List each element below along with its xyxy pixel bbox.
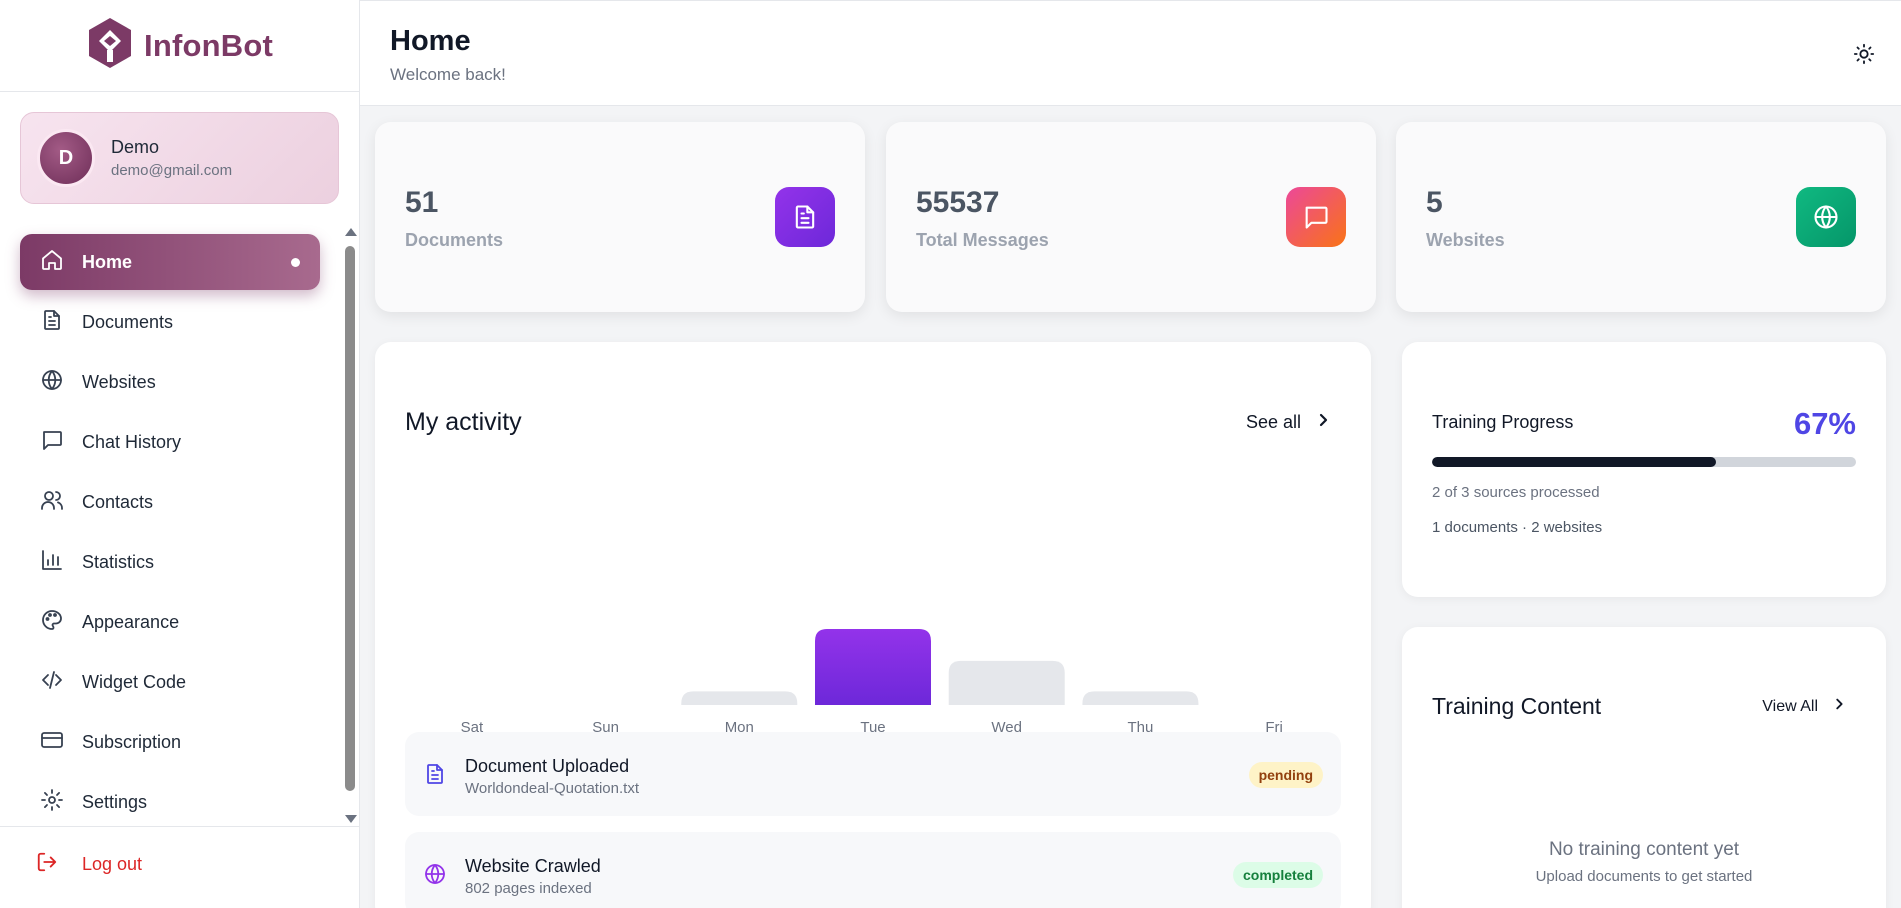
empty-state-subtitle: Upload documents to get started	[1535, 868, 1753, 885]
sidebar-item-subscription[interactable]: Subscription	[20, 714, 320, 770]
sidebar-item-label: Websites	[82, 371, 156, 392]
document-icon	[775, 187, 835, 247]
document-icon	[40, 308, 64, 337]
avatar: D	[37, 129, 95, 187]
chart-bar-wed	[948, 660, 1065, 705]
page-title: Home	[390, 25, 471, 57]
stat-label: Total Messages	[916, 230, 1049, 250]
code-icon	[40, 668, 64, 697]
brand[interactable]: InfonBot	[0, 0, 359, 92]
user-name: Demo	[111, 137, 160, 157]
activity-item[interactable]: Document Uploaded Worldondeal-Quotation.…	[405, 732, 1341, 816]
sidebar-item-websites[interactable]: Websites	[20, 354, 320, 410]
sidebar-item-label: Documents	[82, 311, 174, 332]
activity-card: My activity See all Sat Sun Mon Tue Wed Thu Fr…	[375, 342, 1371, 908]
chevron-right-icon	[1315, 412, 1331, 433]
status-badge: pending	[1248, 762, 1323, 788]
training-content-card: Training Content View All No training co…	[1402, 627, 1886, 908]
active-indicator	[291, 257, 300, 267]
page-header: Home Welcome back!	[360, 0, 1901, 106]
chart-bar-thu	[1082, 691, 1199, 705]
stat-card-documents[interactable]: 51 Documents	[375, 122, 865, 312]
sidebar-item-label: Chat History	[82, 431, 182, 452]
globe-icon	[423, 862, 447, 886]
activity-item-title: Website Crawled	[465, 856, 601, 876]
see-all-label: See all	[1245, 412, 1301, 432]
scroll-up-arrow-icon[interactable]	[345, 228, 357, 236]
bar-chart-icon	[40, 548, 64, 577]
sidebar-item-label: Subscription	[82, 731, 182, 752]
activity-chart: Sat Sun Mon Tue Wed Thu Fri	[461, 629, 1283, 736]
logo-icon	[86, 16, 134, 75]
stat-label: Documents	[405, 230, 504, 250]
brand-name: InfonBot	[144, 27, 273, 63]
logout-icon	[36, 851, 58, 878]
empty-state-title: No training content yet	[1548, 839, 1740, 860]
chevron-right-icon	[1832, 697, 1846, 716]
stat-value: 55537	[916, 186, 1000, 219]
sidebar-item-label: Home	[82, 251, 133, 272]
user-email: demo@gmail.com	[111, 162, 233, 179]
progress-bar	[1432, 457, 1856, 467]
activity-item-title: Document Uploaded	[465, 756, 630, 776]
chat-icon	[40, 428, 64, 457]
status-badge: completed	[1232, 862, 1323, 888]
logout-section: Log out	[0, 826, 359, 908]
sidebar-item-label: Contacts	[82, 491, 154, 512]
gear-icon	[40, 788, 64, 817]
sidebar-item-statistics[interactable]: Statistics	[20, 534, 320, 590]
palette-icon	[40, 608, 64, 637]
logout-button[interactable]: Log out	[36, 851, 142, 878]
sources-processed-text: 2 of 3 sources processed	[1432, 484, 1600, 501]
activity-item[interactable]: Website Crawled 802 pages indexed comple…	[405, 832, 1341, 908]
stat-card-total-messages[interactable]: 55537 Total Messages	[886, 122, 1376, 312]
sidebar-item-label: Statistics	[82, 551, 155, 572]
sidebar-item-label: Settings	[82, 791, 148, 812]
stat-value: 51	[405, 186, 439, 219]
chat-icon	[1286, 187, 1346, 247]
chart-bar-mon	[681, 691, 798, 705]
page-subtitle: Welcome back!	[390, 65, 506, 84]
training-content-title: Training Content	[1432, 693, 1602, 719]
chart-bar-tue	[815, 629, 931, 705]
sources-breakdown-text: 1 documents · 2 websites	[1432, 519, 1603, 536]
sidebar-item-contacts[interactable]: Contacts	[20, 474, 320, 530]
sidebar-scrollbar[interactable]	[344, 228, 357, 823]
sidebar-item-chat-history[interactable]: Chat History	[20, 414, 320, 470]
stat-card-websites[interactable]: 5 Websites	[1396, 122, 1886, 312]
theme-toggle-button[interactable]	[1853, 43, 1875, 65]
stat-label: Websites	[1426, 230, 1505, 250]
credit-card-icon	[40, 728, 64, 757]
training-progress-title: Training Progress	[1432, 412, 1574, 432]
activity-title: My activity	[405, 408, 522, 436]
document-icon	[423, 762, 447, 786]
home-icon	[40, 248, 64, 277]
progress-bar-fill	[1432, 457, 1717, 467]
user-card[interactable]: D Demo demo@gmail.com	[20, 112, 339, 204]
logout-label: Log out	[82, 854, 143, 874]
activity-item-subtitle: 802 pages indexed	[465, 880, 592, 897]
sidebar-item-home[interactable]: Home	[20, 234, 320, 290]
sun-icon	[1853, 43, 1875, 69]
globe-icon	[1796, 187, 1856, 247]
sidebar-nav: Home Documents Websites Chat History Con…	[20, 234, 320, 834]
sidebar-item-documents[interactable]: Documents	[20, 294, 320, 350]
training-progress-card: Training Progress 67% 2 of 3 sources pro…	[1402, 342, 1886, 597]
sidebar-item-label: Appearance	[82, 611, 180, 632]
scroll-down-arrow-icon[interactable]	[345, 815, 357, 823]
users-icon	[40, 488, 64, 517]
sidebar-item-label: Widget Code	[82, 671, 187, 692]
scroll-thumb[interactable]	[345, 246, 355, 791]
globe-icon	[40, 368, 64, 397]
see-all-link[interactable]: See all	[1246, 412, 1331, 433]
sidebar-item-appearance[interactable]: Appearance	[20, 594, 320, 650]
training-progress-percent: 67%	[1793, 406, 1856, 441]
sidebar-item-settings[interactable]: Settings	[20, 774, 320, 830]
sidebar-item-widget-code[interactable]: Widget Code	[20, 654, 320, 710]
sidebar: InfonBot D Demo demo@gmail.com Home Docu…	[0, 0, 360, 908]
view-all-link[interactable]: View All	[1762, 697, 1846, 716]
view-all-label: View All	[1762, 697, 1818, 715]
stat-value: 5	[1426, 186, 1443, 219]
activity-item-subtitle: Worldondeal-Quotation.txt	[465, 780, 639, 797]
